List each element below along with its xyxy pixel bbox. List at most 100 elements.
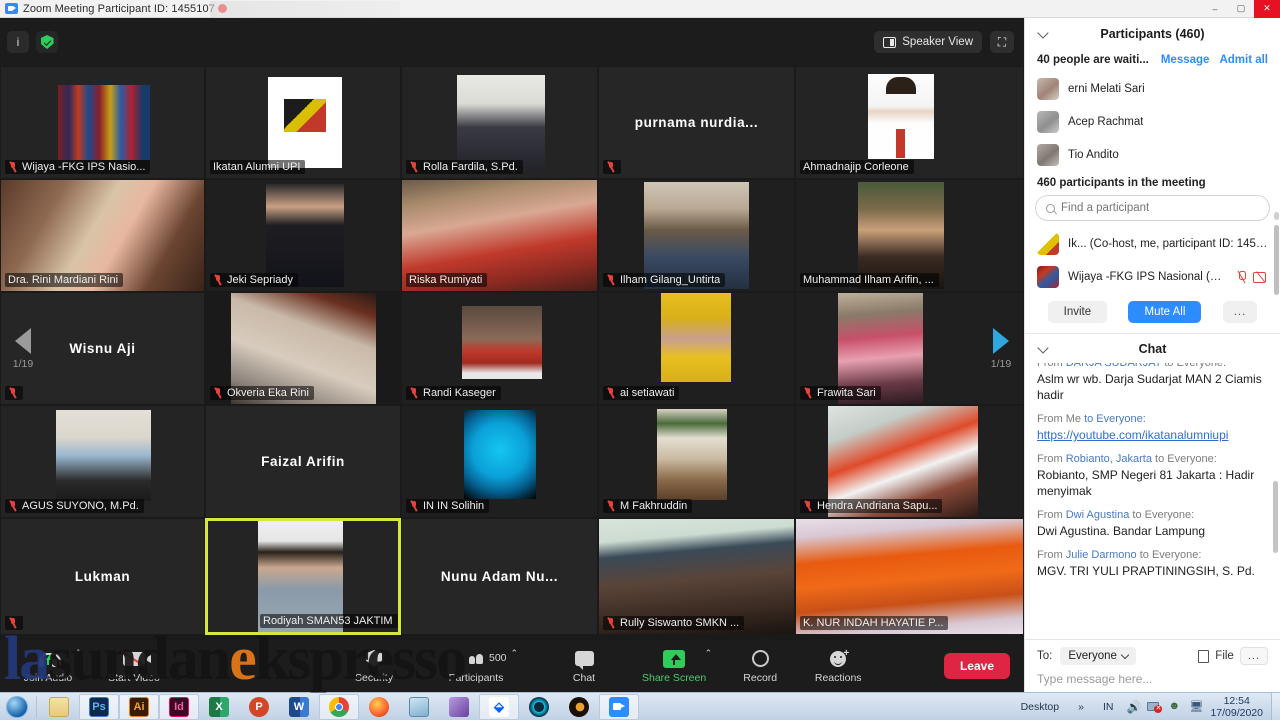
video-tile[interactable]: Rully Siswanto SMKN ...	[598, 518, 795, 635]
taskbar-item-zoom[interactable]	[599, 693, 639, 720]
taskbar-item-chrome[interactable]	[319, 693, 359, 720]
taskbar-item-illustrator[interactable]: Ai	[119, 693, 159, 720]
search-input[interactable]	[1061, 202, 1259, 214]
chat-button[interactable]: Chat	[552, 642, 616, 690]
maximize-button[interactable]: ▢	[1228, 0, 1254, 18]
video-tile[interactable]: Riska Rumiyati	[401, 179, 598, 292]
mic-muted-icon	[213, 274, 223, 286]
taskbar-item-indesign[interactable]: Id	[159, 693, 199, 720]
video-tile[interactable]: K. NUR INDAH HAYATIE P...	[795, 518, 1024, 635]
fullscreen-icon[interactable]: ⛶	[990, 31, 1014, 53]
message-waiting-link[interactable]: Message	[1161, 54, 1210, 66]
shield-icon	[366, 649, 382, 669]
video-tile[interactable]: 1/19 Frawita Sari	[795, 292, 1024, 405]
start-button[interactable]	[0, 694, 34, 720]
taskbar-item-dropbox[interactable]: ⬙	[479, 693, 519, 720]
list-item[interactable]: Acep Rachmat	[1025, 105, 1280, 138]
video-tile[interactable]: Ilham Gilang_Untirta	[598, 179, 795, 292]
minimize-button[interactable]: –	[1202, 0, 1228, 18]
camera-off-icon[interactable]	[1253, 271, 1268, 283]
language-indicator[interactable]: IN	[1097, 701, 1120, 713]
close-button[interactable]: ✕	[1254, 0, 1280, 18]
next-page-button[interactable]: 1/19	[979, 293, 1023, 404]
show-desktop-button[interactable]	[1271, 692, 1280, 720]
waiting-list-scrollbar[interactable]	[1274, 212, 1279, 220]
desktop-toolbar-label[interactable]: Desktop	[1015, 701, 1066, 713]
start-video-button[interactable]: Start Video	[102, 642, 166, 690]
share-options-caret-icon[interactable]: ⌃	[705, 648, 713, 659]
video-tile[interactable]: Faizal Arifin	[205, 405, 401, 518]
previous-page-button[interactable]: 1/19	[1, 293, 45, 404]
file-icon[interactable]	[1198, 649, 1210, 663]
find-participant-search[interactable]	[1035, 195, 1270, 221]
encryption-shield-icon[interactable]	[36, 31, 58, 53]
participants-caret-icon[interactable]: ⌃	[510, 648, 518, 659]
security-button[interactable]: Security	[342, 642, 406, 690]
reactions-button[interactable]: + Reactions	[806, 642, 870, 690]
participants-more-button[interactable]: ...	[1222, 301, 1258, 323]
list-item[interactable]: Wijaya -FKG IPS Nasional (Host)	[1025, 260, 1280, 293]
video-tile[interactable]: purnama nurdia...	[598, 66, 795, 179]
video-tile[interactable]: ai setiawati	[598, 292, 795, 405]
file-button-label[interactable]: File	[1215, 650, 1234, 662]
list-item[interactable]: erni Melati Sari	[1025, 72, 1280, 105]
taskbar-item-firefox[interactable]	[359, 694, 399, 720]
video-tile[interactable]: M Fakhruddin	[598, 405, 795, 518]
video-tile[interactable]: Muhammad Ilham Arifin, ...	[795, 179, 1024, 292]
taskbar-overflow-chevron-icon[interactable]: »	[1072, 701, 1090, 713]
leave-meeting-button[interactable]: Leave	[943, 653, 1010, 679]
taskbar-item-excel[interactable]: X	[199, 694, 239, 720]
video-tile[interactable]: Dra. Rini Mardiani Rini	[0, 179, 205, 292]
record-button[interactable]: Record	[728, 642, 792, 690]
video-tile-active-speaker[interactable]: Rodiyah SMAN53 JAKTIM	[205, 518, 401, 635]
video-tile[interactable]: Wijaya -FKG IPS Nasio...	[0, 66, 205, 179]
taskbar-item-opera[interactable]	[559, 694, 599, 720]
mic-muted-icon	[606, 500, 616, 512]
join-audio-button[interactable]: Join Audio ⌃	[16, 642, 82, 690]
video-tile[interactable]: AGUS SUYONO, M.Pd.	[0, 405, 205, 518]
chat-input[interactable]: Type message here...	[1037, 672, 1268, 686]
speaker-view-button[interactable]: Speaker View	[874, 31, 982, 53]
participant-name: AGUS SUYONO, M.Pd.	[22, 500, 139, 512]
video-tile[interactable]: Hendra Andriana Sapu...	[795, 405, 1024, 518]
list-item[interactable]: Ik... (Co-host, me, participant ID: 1455…	[1025, 227, 1280, 260]
action-center-icon[interactable]: ☻	[1168, 700, 1182, 714]
participants-button[interactable]: 500 Participants ⌃	[444, 642, 518, 690]
taskbar-item-photoshop[interactable]: Ps	[79, 693, 119, 720]
system-clock[interactable]: 12:54 17/09/2020	[1210, 695, 1265, 719]
video-tile[interactable]: Rolla Fardila, S.Pd.	[401, 66, 598, 179]
video-tile[interactable]: Lukman	[0, 518, 205, 635]
video-tile[interactable]: Jeki Sepriady	[205, 179, 401, 292]
chat-message-text: https://youtube.com/ikatanalumniupi	[1037, 427, 1268, 443]
meeting-info-icon[interactable]: i	[7, 31, 29, 53]
chat-scrollbar[interactable]	[1273, 481, 1278, 553]
volume-icon[interactable]: 🔊	[1126, 700, 1141, 714]
network-error-icon[interactable]: ✕	[1147, 700, 1163, 714]
mic-muted-icon[interactable]	[1236, 270, 1247, 283]
taskbar-item-blue-book-app[interactable]	[399, 694, 439, 720]
invite-button[interactable]: Invite	[1047, 301, 1108, 323]
taskbar-item-powerpoint[interactable]: P	[239, 694, 279, 720]
taskbar-item-word[interactable]: W	[279, 694, 319, 720]
video-tile[interactable]: 1/19 Wisnu Aji	[0, 292, 205, 405]
chat-more-button[interactable]: ...	[1239, 647, 1268, 665]
taskbar-item-file-explorer[interactable]	[39, 694, 79, 720]
audio-options-caret-icon[interactable]: ⌃	[74, 648, 82, 659]
mute-all-button[interactable]: Mute All	[1128, 301, 1202, 323]
chat-message-link[interactable]: https://youtube.com/ikatanalumniupi	[1037, 428, 1228, 442]
video-tile[interactable]: Randi Kaseger	[401, 292, 598, 405]
taskbar-item-purple-app[interactable]	[439, 694, 479, 720]
video-tile[interactable]: Nunu Adam Nu...	[401, 518, 598, 635]
chat-message-list[interactable]: From DARJA SUDARJAT to Everyone: Aslm wr…	[1025, 363, 1280, 639]
video-tile[interactable]: Okveria Eka Rini	[205, 292, 401, 405]
list-item[interactable]: Tio Andito	[1025, 138, 1280, 171]
video-tile[interactable]: Ikatan Alumni UPI	[205, 66, 401, 179]
share-screen-button[interactable]: Share Screen ⌃	[642, 642, 712, 690]
chat-recipient-dropdown[interactable]: Everyone	[1060, 647, 1136, 665]
taskbar-item-cyan-app[interactable]	[519, 694, 559, 720]
admit-all-link[interactable]: Admit all	[1219, 54, 1268, 66]
video-tile[interactable]: Ahmadnajip Corleone	[795, 66, 1024, 179]
display-icon[interactable]: 🖥	[1189, 700, 1203, 714]
panel-scrollbar[interactable]	[1274, 225, 1279, 295]
video-tile[interactable]: IN IN Solihin	[401, 405, 598, 518]
